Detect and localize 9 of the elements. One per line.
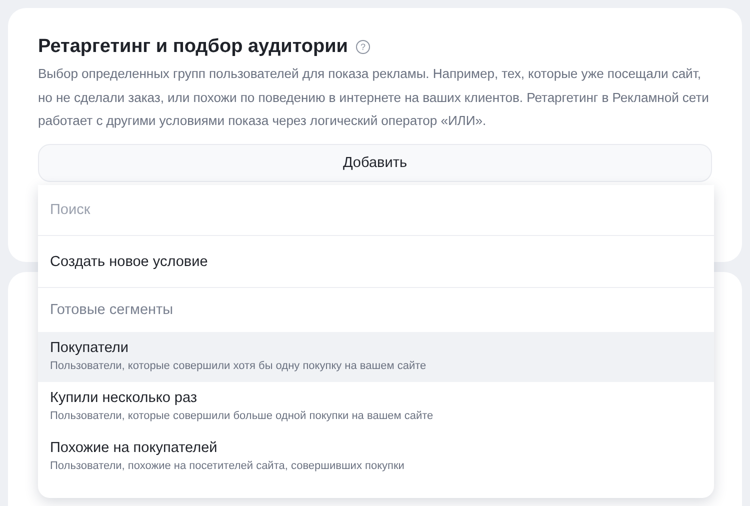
segment-option[interactable]: Покупатели Пользователи, которые совершили хотя бы одну покупку на вашем сайте — [38, 332, 714, 382]
section-description: Выбор определенных групп пользователей для показа рекламы. Например, тех, которые уже посещали сайт, но не сделали заказ, или похожи по поведению в интернете на ваших клиентов. Ретаргетинг в Рекламной сети работает с другими условиями показа через логический оператор «ИЛИ». — [38, 65, 710, 130]
add-button[interactable]: Добавить — [38, 144, 712, 182]
create-condition-item[interactable]: Создать новое условие — [50, 254, 208, 270]
section-title: Ретаргетинг и подбор аудитории — [38, 36, 348, 58]
segment-option[interactable]: Похожие на покупателей Пользователи, похожие на посетителей сайта, совершивших покупки — [38, 432, 714, 482]
segment-option[interactable]: Купили несколько раз Пользователи, которые совершили больше одной покупки на вашем сайте — [38, 382, 714, 432]
search-field[interactable]: Поиск — [38, 185, 714, 236]
group-header: Готовые сегменты — [50, 302, 174, 318]
